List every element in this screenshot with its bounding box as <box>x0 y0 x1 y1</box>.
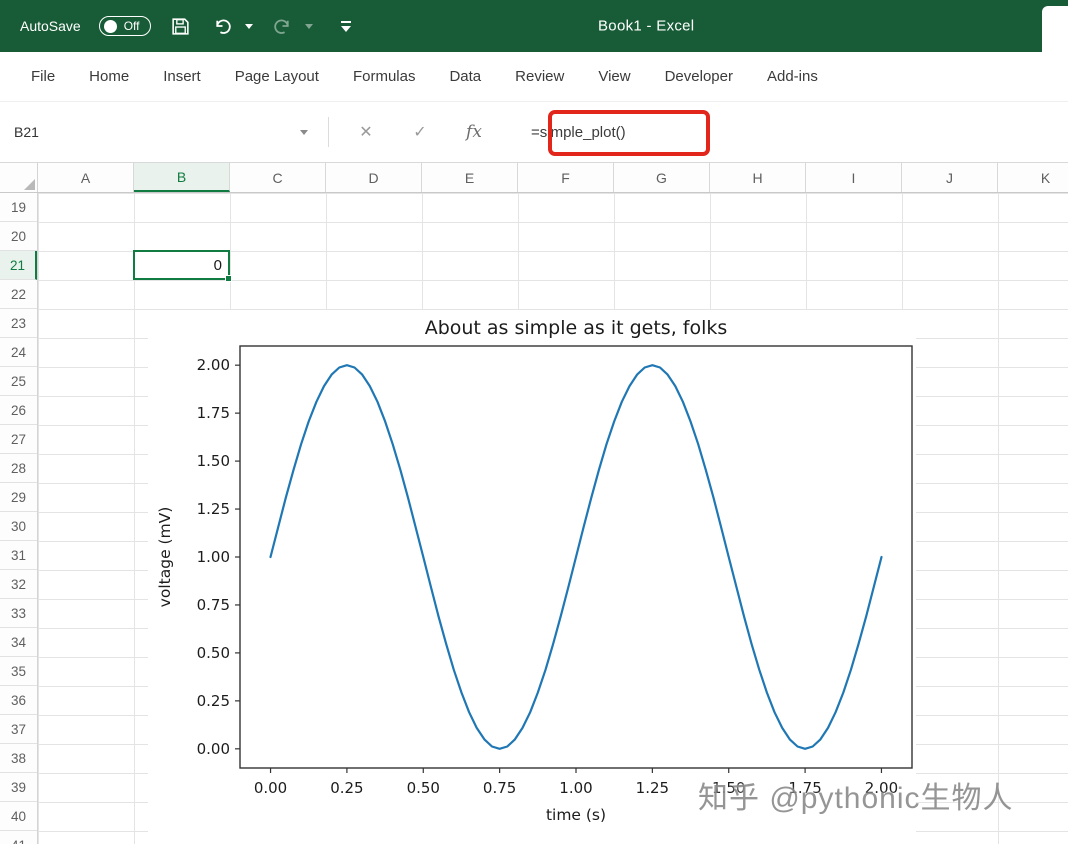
autosave-toggle[interactable]: Off <box>99 16 151 36</box>
row-header-31[interactable]: 31 <box>0 541 37 570</box>
titlebar: AutoSave Off <box>0 0 1068 52</box>
row-header-19[interactable]: 19 <box>0 193 37 222</box>
row-header-26[interactable]: 26 <box>0 396 37 425</box>
cancel-icon[interactable]: ✕ <box>339 122 393 142</box>
column-header-row: ABCDEFGHIJK <box>0 163 1068 193</box>
svg-text:0.00: 0.00 <box>197 740 230 758</box>
watermark: 知乎 @pythonic生物人 <box>698 773 1014 817</box>
row-header-20[interactable]: 20 <box>0 222 37 251</box>
svg-text:1.00: 1.00 <box>559 779 592 797</box>
ribbon-tab-data[interactable]: Data <box>432 68 498 85</box>
row-header-24[interactable]: 24 <box>0 338 37 367</box>
ribbon-tab-bar: FileHomeInsertPage LayoutFormulasDataRev… <box>0 52 1068 102</box>
svg-text:0.50: 0.50 <box>197 644 230 662</box>
autosave-state-label: Off <box>124 19 140 33</box>
chart-canvas: About as simple as it gets, folks 0.00 0.2… <box>148 310 916 844</box>
ribbon-tab-page-layout[interactable]: Page Layout <box>218 68 336 85</box>
column-header-g[interactable]: G <box>614 163 710 192</box>
svg-text:1.25: 1.25 <box>636 779 669 797</box>
ribbon-tab-file[interactable]: File <box>14 68 72 85</box>
column-header-e[interactable]: E <box>422 163 518 192</box>
svg-text:0.00: 0.00 <box>254 779 287 797</box>
svg-text:time (s): time (s) <box>546 806 606 824</box>
row-header-22[interactable]: 22 <box>0 280 37 309</box>
row-header-39[interactable]: 39 <box>0 773 37 802</box>
column-header-c[interactable]: C <box>230 163 326 192</box>
svg-text:0.50: 0.50 <box>407 779 440 797</box>
svg-text:1.25: 1.25 <box>197 500 230 518</box>
ribbon-tab-review[interactable]: Review <box>498 68 581 85</box>
svg-text:0.25: 0.25 <box>330 779 363 797</box>
selected-cell-value: 0 <box>135 252 228 279</box>
column-header-b[interactable]: B <box>134 163 230 192</box>
svg-text:voltage (mV): voltage (mV) <box>156 507 174 608</box>
name-box-caret-icon[interactable] <box>300 130 308 135</box>
row-header-27[interactable]: 27 <box>0 425 37 454</box>
row-header-41[interactable]: 41 <box>0 831 37 844</box>
row-header-35[interactable]: 35 <box>0 657 37 686</box>
save-icon[interactable] <box>169 14 193 38</box>
autosave-toggle-knob <box>104 20 117 33</box>
row-header-36[interactable]: 36 <box>0 686 37 715</box>
ribbon-tab-developer[interactable]: Developer <box>648 68 750 85</box>
autosave-label: AutoSave <box>20 18 81 34</box>
column-header-d[interactable]: D <box>326 163 422 192</box>
row-header-column: 1920212223242526272829303132333435363738… <box>0 193 38 844</box>
excel-window: AutoSave Off <box>0 0 1068 844</box>
formula-bar-divider <box>328 117 329 147</box>
row-header-33[interactable]: 33 <box>0 599 37 628</box>
svg-text:2.00: 2.00 <box>197 356 230 374</box>
svg-text:About as simple as it gets, fo: About as simple as it gets, folks <box>425 317 728 339</box>
ribbon-tab-insert[interactable]: Insert <box>146 68 218 85</box>
ribbon-tab-formulas[interactable]: Formulas <box>336 68 433 85</box>
select-all-triangle-icon <box>24 179 35 190</box>
row-header-32[interactable]: 32 <box>0 570 37 599</box>
row-header-25[interactable]: 25 <box>0 367 37 396</box>
name-box[interactable]: B21 <box>0 124 318 140</box>
insert-function-icon[interactable]: fx <box>447 122 501 142</box>
svg-text:1.50: 1.50 <box>197 452 230 470</box>
select-all-corner[interactable] <box>0 163 38 192</box>
undo-icon[interactable] <box>211 14 235 38</box>
redo-icon <box>271 14 295 38</box>
row-header-30[interactable]: 30 <box>0 512 37 541</box>
row-header-38[interactable]: 38 <box>0 744 37 773</box>
formula-input[interactable]: =simple_plot() <box>531 124 626 141</box>
redo-dropdown-caret <box>305 24 313 29</box>
selected-cell[interactable]: 0 <box>133 250 230 280</box>
row-header-21[interactable]: 21 <box>0 251 37 280</box>
column-header-h[interactable]: H <box>710 163 806 192</box>
row-header-37[interactable]: 37 <box>0 715 37 744</box>
name-box-value: B21 <box>14 124 39 140</box>
embedded-chart[interactable]: About as simple as it gets, folks 0.00 0.2… <box>148 310 916 844</box>
column-header-f[interactable]: F <box>518 163 614 192</box>
row-header-29[interactable]: 29 <box>0 483 37 512</box>
svg-text:1.75: 1.75 <box>197 404 230 422</box>
column-header-i[interactable]: I <box>806 163 902 192</box>
column-header-j[interactable]: J <box>902 163 998 192</box>
ribbon-tab-home[interactable]: Home <box>72 68 146 85</box>
svg-text:0.75: 0.75 <box>483 779 516 797</box>
enter-icon[interactable]: ✓ <box>393 122 447 142</box>
svg-text:1.00: 1.00 <box>197 548 230 566</box>
formula-bar: B21 ✕ ✓ fx =simple_plot() <box>0 102 1068 163</box>
column-header-k[interactable]: K <box>998 163 1068 192</box>
ribbon-tab-view[interactable]: View <box>581 68 647 85</box>
titlebar-right-panel <box>1042 6 1068 52</box>
ribbon-tab-add-ins[interactable]: Add-ins <box>750 68 835 85</box>
row-header-28[interactable]: 28 <box>0 454 37 483</box>
row-header-40[interactable]: 40 <box>0 802 37 831</box>
row-header-23[interactable]: 23 <box>0 309 37 338</box>
quick-access-toolbar-caret[interactable] <box>341 21 351 32</box>
row-header-34[interactable]: 34 <box>0 628 37 657</box>
column-header-a[interactable]: A <box>38 163 134 192</box>
fill-handle[interactable] <box>225 275 232 282</box>
window-title: Book1 - Excel <box>598 18 694 35</box>
svg-text:0.25: 0.25 <box>197 692 230 710</box>
undo-dropdown-caret[interactable] <box>245 24 253 29</box>
svg-text:0.75: 0.75 <box>197 596 230 614</box>
